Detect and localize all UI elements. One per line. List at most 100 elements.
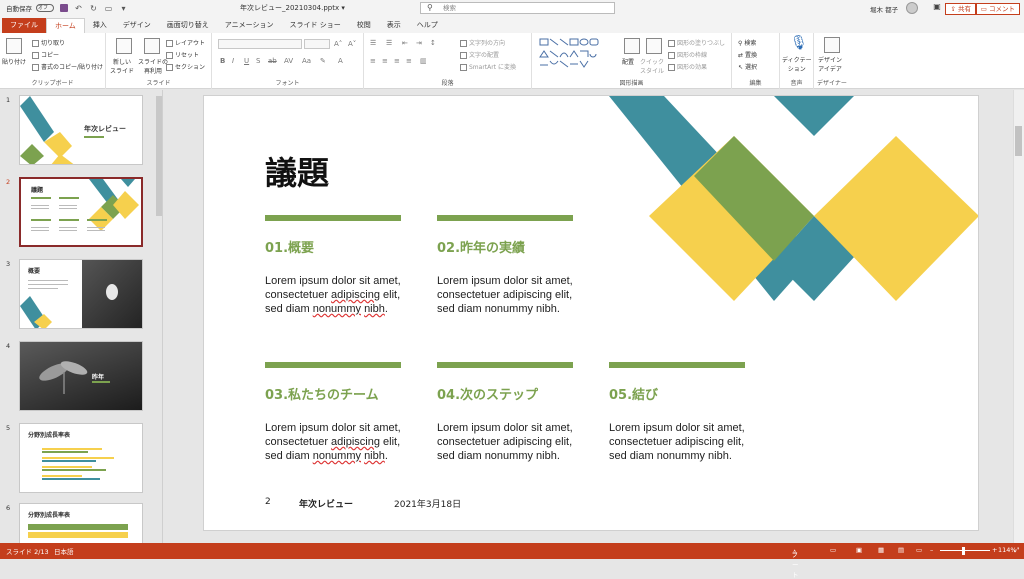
select-button[interactable]: ↖ 選択 [738,62,757,71]
font-family-select[interactable] [218,39,302,49]
italic-icon[interactable]: I [232,57,234,65]
zoom-slider-handle[interactable] [962,547,965,555]
slide-title[interactable]: 議題 [265,148,329,194]
footer-title[interactable]: 年次レビュー [299,497,353,510]
zoom-in-icon[interactable]: + [992,546,997,554]
arrange-icon[interactable] [624,38,640,54]
shapes-gallery[interactable] [538,37,618,69]
slide-thumbnail-6[interactable]: 分野別成長率表 [19,503,143,543]
footer-page-number[interactable]: 2 [265,497,271,507]
section-title[interactable]: 05.結び [609,384,658,403]
grow-font-icon[interactable]: A˄ [334,40,342,48]
language-indicator[interactable]: 日本語 [54,546,74,556]
undo-icon[interactable]: ↶ [74,4,83,13]
document-title[interactable]: 年次レビュー_20210304.pptx ▾ [240,3,345,13]
section-title[interactable]: 03.私たちのチーム [265,384,379,403]
decrease-indent-icon[interactable]: ⇤ [402,39,408,47]
slide-sorter-icon[interactable]: ▦ [878,546,884,554]
share-button[interactable]: ⇪ 共有 [945,3,976,15]
find-button[interactable]: ⚲ 検索 [738,38,756,47]
font-color-icon[interactable]: A [338,57,343,65]
save-icon[interactable] [60,4,68,12]
shape-outline-button[interactable]: 図形の枠線 [668,50,707,59]
normal-view-icon[interactable]: ▣ [856,546,862,554]
copy-button[interactable]: コピー [32,50,59,59]
numbering-icon[interactable]: ☰ [386,39,392,47]
section-title[interactable]: 01.概要 [265,237,314,256]
tab-review[interactable]: 校閲 [349,18,379,33]
slide-thumbnail-2[interactable]: 議題 [19,177,143,247]
shape-fill-button[interactable]: 図形の塗りつぶし [668,38,725,47]
align-center-icon[interactable]: ≡ [382,57,388,65]
underline-icon[interactable]: U [244,57,249,65]
tab-design[interactable]: デザイン [115,18,159,33]
shape-effects-button[interactable]: 図形の効果 [668,62,707,71]
section-title[interactable]: 02.昨年の実績 [437,237,525,256]
reading-view-icon[interactable]: ▤ [898,546,904,554]
shadow-icon[interactable]: S [256,57,260,65]
current-slide[interactable]: 議題 01.概要 Lorem ipsum dolor sit amet, con… [203,95,979,531]
slide-thumbnail-5[interactable]: 分野別成長率表 [19,423,143,493]
arrange-button[interactable]: 配置 [622,57,634,66]
align-right-icon[interactable]: ≡ [394,57,400,65]
strikethrough-icon[interactable]: ab [268,57,277,65]
microphone-icon[interactable]: 🎙 [790,35,808,51]
section-body[interactable]: Lorem ipsum dolor sit amet, consectetuer… [437,274,587,316]
search-box[interactable]: ⚲ 検索 [420,2,615,14]
redo-icon[interactable]: ↻ [89,4,98,13]
font-size-select[interactable] [304,39,330,49]
scrollbar-thumb[interactable] [1015,126,1022,156]
comment-button[interactable]: ▭ コメント [975,3,1020,15]
tab-file[interactable]: ファイル [2,18,46,33]
new-slide-icon[interactable] [116,38,132,54]
slideshow-view-icon[interactable]: ▭ [916,546,922,554]
section-body[interactable]: Lorem ipsum dolor sit amet, consectetuer… [265,421,415,463]
smartart-button[interactable]: SmartArt に変換 [460,62,516,71]
quick-styles-icon[interactable] [646,38,662,54]
tab-view[interactable]: 表示 [379,18,409,33]
highlight-icon[interactable]: ✎ [320,57,326,65]
thumbnail-scrollbar[interactable] [156,96,162,216]
start-slideshow-icon[interactable]: ▭ [104,4,113,13]
section-title[interactable]: 04.次のステップ [437,384,538,403]
reuse-slides-button[interactable]: スライドの 再利用 [138,57,168,75]
user-name[interactable]: 堀木 都子 [870,4,898,14]
reuse-slides-icon[interactable] [144,38,160,54]
layout-button[interactable]: レイアウト [166,38,205,47]
increase-indent-icon[interactable]: ⇥ [416,39,422,47]
justify-icon[interactable]: ≡ [406,57,412,65]
autosave-toggle[interactable]: オフ [36,4,54,12]
shrink-font-icon[interactable]: A˅ [348,40,356,48]
bold-icon[interactable]: B [220,57,225,65]
design-ideas-button[interactable]: デザイン アイデア [818,55,842,73]
footer-date[interactable]: 2021年3月18日 [394,497,461,510]
paste-icon[interactable] [6,38,22,54]
slide-thumbnail-3[interactable]: 概要 [19,259,143,329]
line-spacing-icon[interactable]: ↕ [430,39,436,47]
ribbon-display-icon[interactable]: ▣ [930,2,944,14]
char-spacing-icon[interactable]: AV [284,57,293,65]
section-body[interactable]: Lorem ipsum dolor sit amet, consectetuer… [265,274,415,316]
change-case-icon[interactable]: Aa [302,57,311,65]
design-ideas-icon[interactable] [824,37,840,53]
avatar[interactable] [906,2,918,14]
reset-button[interactable]: リセット [166,50,199,59]
zoom-slider[interactable] [940,550,990,551]
comments-status-icon[interactable]: ▭ [830,546,836,554]
fit-slide-icon[interactable]: ⤢ [1014,546,1019,555]
slide-thumbnail-1[interactable]: 年次レビュー [19,95,143,165]
quick-styles-button[interactable]: クイック スタイル [640,57,664,75]
tab-transitions[interactable]: 画面切り替え [159,18,217,33]
tab-slideshow[interactable]: スライド ショー [282,18,349,33]
slide-thumbnail-4[interactable]: 昨年 [19,341,143,411]
replace-button[interactable]: ⇄ 置換 [738,50,757,59]
section-button[interactable]: セクション [166,62,205,71]
align-left-icon[interactable]: ≡ [370,57,376,65]
tab-insert[interactable]: 挿入 [85,18,115,33]
zoom-out-icon[interactable]: – [930,546,933,554]
paste-button[interactable]: 貼り付け [2,57,26,66]
tab-help[interactable]: ヘルプ [409,18,446,33]
customize-toolbar-icon[interactable]: ▾ [119,4,128,13]
dictate-button[interactable]: ディクテー ション [782,55,812,73]
bullets-icon[interactable]: ☰ [370,39,376,47]
